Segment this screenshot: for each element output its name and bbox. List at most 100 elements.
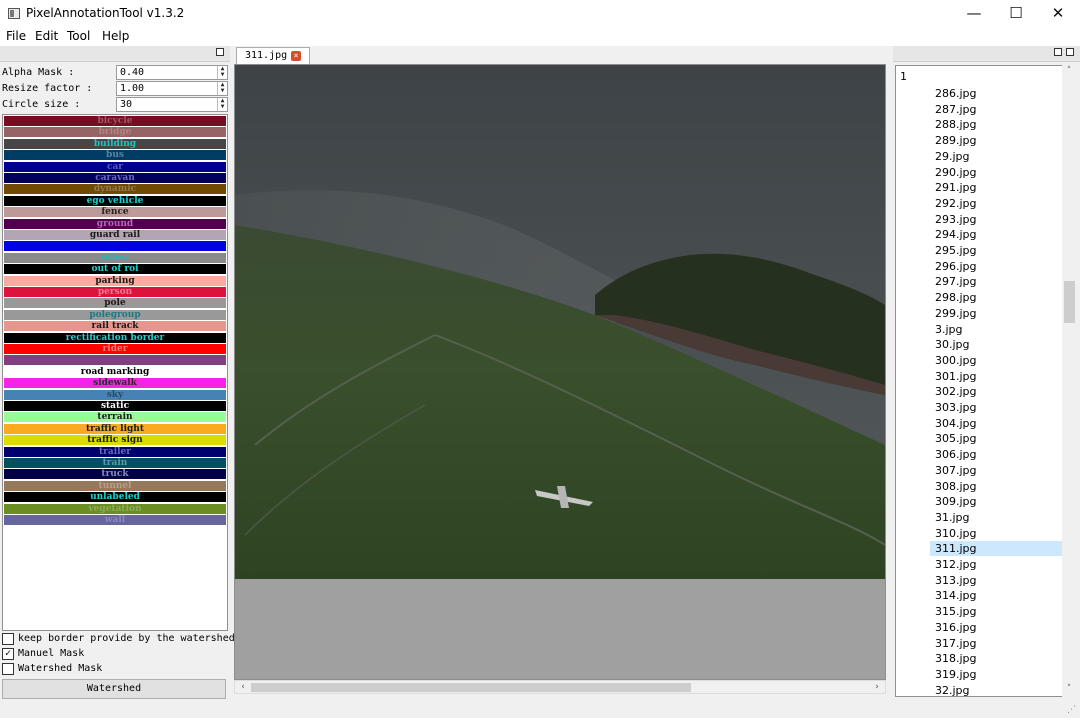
- file-item[interactable]: 290.jpg: [932, 165, 1062, 180]
- file-item[interactable]: 313.jpg: [932, 573, 1062, 588]
- watershed-mask-checkbox[interactable]: [2, 663, 14, 675]
- file-item[interactable]: 289.jpg: [932, 133, 1062, 148]
- label-item[interactable]: unlabeled: [4, 492, 226, 503]
- menu-tool[interactable]: Tool: [67, 29, 90, 43]
- label-item[interactable]: bridge: [4, 127, 226, 138]
- label-item[interactable]: guard rail: [4, 230, 226, 240]
- label-item[interactable]: other: [4, 252, 226, 263]
- scroll-down-icon[interactable]: ˅: [1062, 683, 1076, 695]
- label-item[interactable]: polegroup: [4, 309, 226, 320]
- file-item[interactable]: 287.jpg: [932, 102, 1062, 117]
- file-item[interactable]: 293.jpg: [932, 212, 1062, 227]
- vertical-scroll-thumb[interactable]: [1064, 281, 1075, 323]
- file-item[interactable]: 310.jpg: [932, 526, 1062, 541]
- image-viewer[interactable]: [234, 64, 886, 680]
- label-item[interactable]: tunnel: [4, 480, 226, 491]
- label-item[interactable]: pole: [4, 298, 226, 309]
- tree-root[interactable]: 1: [900, 70, 907, 83]
- watershed-button[interactable]: Watershed: [2, 679, 226, 699]
- label-item[interactable]: vegetation: [4, 503, 226, 514]
- label-item[interactable]: license plate: [4, 241, 226, 252]
- tab-close-icon[interactable]: ×: [291, 51, 301, 61]
- tab-image[interactable]: 311.jpg ×: [236, 47, 310, 64]
- file-item[interactable]: 29.jpg: [932, 149, 1062, 164]
- file-item[interactable]: 299.jpg: [932, 306, 1062, 321]
- file-item[interactable]: 315.jpg: [932, 604, 1062, 619]
- maximize-button[interactable]: ☐: [995, 0, 1037, 28]
- file-item[interactable]: 316.jpg: [932, 620, 1062, 635]
- resize-factor-spinbox[interactable]: 1.00 ▲ ▼: [116, 81, 228, 96]
- label-item[interactable]: traffic sign: [4, 435, 226, 446]
- manuel-mask-checkbox[interactable]: ✓: [2, 648, 14, 660]
- horizontal-scrollbar[interactable]: ‹ ›: [234, 680, 886, 694]
- file-item[interactable]: 303.jpg: [932, 400, 1062, 415]
- file-item[interactable]: 31.jpg: [932, 510, 1062, 525]
- file-item[interactable]: 297.jpg: [932, 274, 1062, 289]
- menu-help[interactable]: Help: [102, 29, 129, 43]
- file-item[interactable]: 307.jpg: [932, 463, 1062, 478]
- file-item[interactable]: 317.jpg: [932, 636, 1062, 651]
- label-item[interactable]: car: [4, 161, 226, 172]
- file-item[interactable]: 302.jpg: [932, 384, 1062, 399]
- label-item[interactable]: terrain: [4, 412, 226, 423]
- spin-arrows-icon[interactable]: ▲ ▼: [217, 98, 227, 111]
- file-item[interactable]: 314.jpg: [932, 588, 1062, 603]
- label-item[interactable]: train: [4, 458, 226, 468]
- circle-size-spinbox[interactable]: 30 ▲ ▼: [116, 97, 228, 112]
- label-item[interactable]: truck: [4, 469, 226, 480]
- file-item[interactable]: 286.jpg: [932, 86, 1062, 101]
- alpha-mask-spinbox[interactable]: 0.40 ▲ ▼: [116, 65, 228, 80]
- label-item[interactable]: sidewalk: [4, 378, 226, 389]
- label-item[interactable]: ground: [4, 218, 226, 229]
- file-item[interactable]: 319.jpg: [932, 667, 1062, 682]
- menu-edit[interactable]: Edit: [35, 29, 58, 43]
- label-item[interactable]: rail track: [4, 321, 226, 332]
- keep-border-checkbox[interactable]: [2, 633, 14, 645]
- horizontal-scroll-thumb[interactable]: [251, 683, 691, 692]
- file-item[interactable]: 288.jpg: [932, 117, 1062, 132]
- undock-icon[interactable]: [1054, 48, 1062, 56]
- label-item[interactable]: wall: [4, 515, 226, 525]
- file-item[interactable]: 298.jpg: [932, 290, 1062, 305]
- size-grip-icon[interactable]: ⋰: [1067, 705, 1076, 715]
- scroll-right-icon[interactable]: ›: [870, 681, 884, 693]
- label-item[interactable]: sky: [4, 389, 226, 400]
- aerial-image[interactable]: [235, 65, 885, 579]
- file-item[interactable]: 300.jpg: [932, 353, 1062, 368]
- label-item[interactable]: trailer: [4, 446, 226, 457]
- label-item[interactable]: building: [4, 138, 226, 149]
- file-item[interactable]: 294.jpg: [932, 227, 1062, 242]
- label-item[interactable]: fence: [4, 207, 226, 218]
- file-item[interactable]: 32.jpg: [932, 683, 1062, 696]
- menu-file[interactable]: File: [6, 29, 26, 43]
- close-dock-icon[interactable]: [1066, 48, 1074, 56]
- file-item[interactable]: 296.jpg: [932, 259, 1062, 274]
- label-item[interactable]: dynamic: [4, 184, 226, 195]
- file-item[interactable]: 309.jpg: [932, 494, 1062, 509]
- label-item[interactable]: out of roi: [4, 264, 226, 275]
- label-item[interactable]: rider: [4, 344, 226, 354]
- file-item[interactable]: 301.jpg: [932, 369, 1062, 384]
- label-item[interactable]: person: [4, 287, 226, 297]
- scroll-up-icon[interactable]: ˄: [1062, 65, 1076, 77]
- label-item[interactable]: rectification border: [4, 332, 226, 343]
- minimize-button[interactable]: —: [953, 0, 995, 28]
- file-item[interactable]: 292.jpg: [932, 196, 1062, 211]
- spin-arrows-icon[interactable]: ▲ ▼: [217, 66, 227, 79]
- file-item[interactable]: 308.jpg: [932, 479, 1062, 494]
- close-button[interactable]: ✕: [1037, 0, 1079, 28]
- file-item[interactable]: 312.jpg: [932, 557, 1062, 572]
- file-item[interactable]: 311.jpg: [930, 541, 1062, 557]
- undock-icon[interactable]: [216, 48, 224, 56]
- scroll-left-icon[interactable]: ‹: [236, 681, 250, 693]
- file-item[interactable]: 304.jpg: [932, 416, 1062, 431]
- file-item[interactable]: 291.jpg: [932, 180, 1062, 195]
- label-item[interactable]: static: [4, 401, 226, 411]
- label-item[interactable]: ego vehicle: [4, 195, 226, 206]
- file-item[interactable]: 305.jpg: [932, 431, 1062, 446]
- label-item[interactable]: caravan: [4, 173, 226, 183]
- file-item[interactable]: 295.jpg: [932, 243, 1062, 258]
- label-item[interactable]: road: [4, 355, 226, 366]
- label-item[interactable]: traffic light: [4, 423, 226, 434]
- file-item[interactable]: 306.jpg: [932, 447, 1062, 462]
